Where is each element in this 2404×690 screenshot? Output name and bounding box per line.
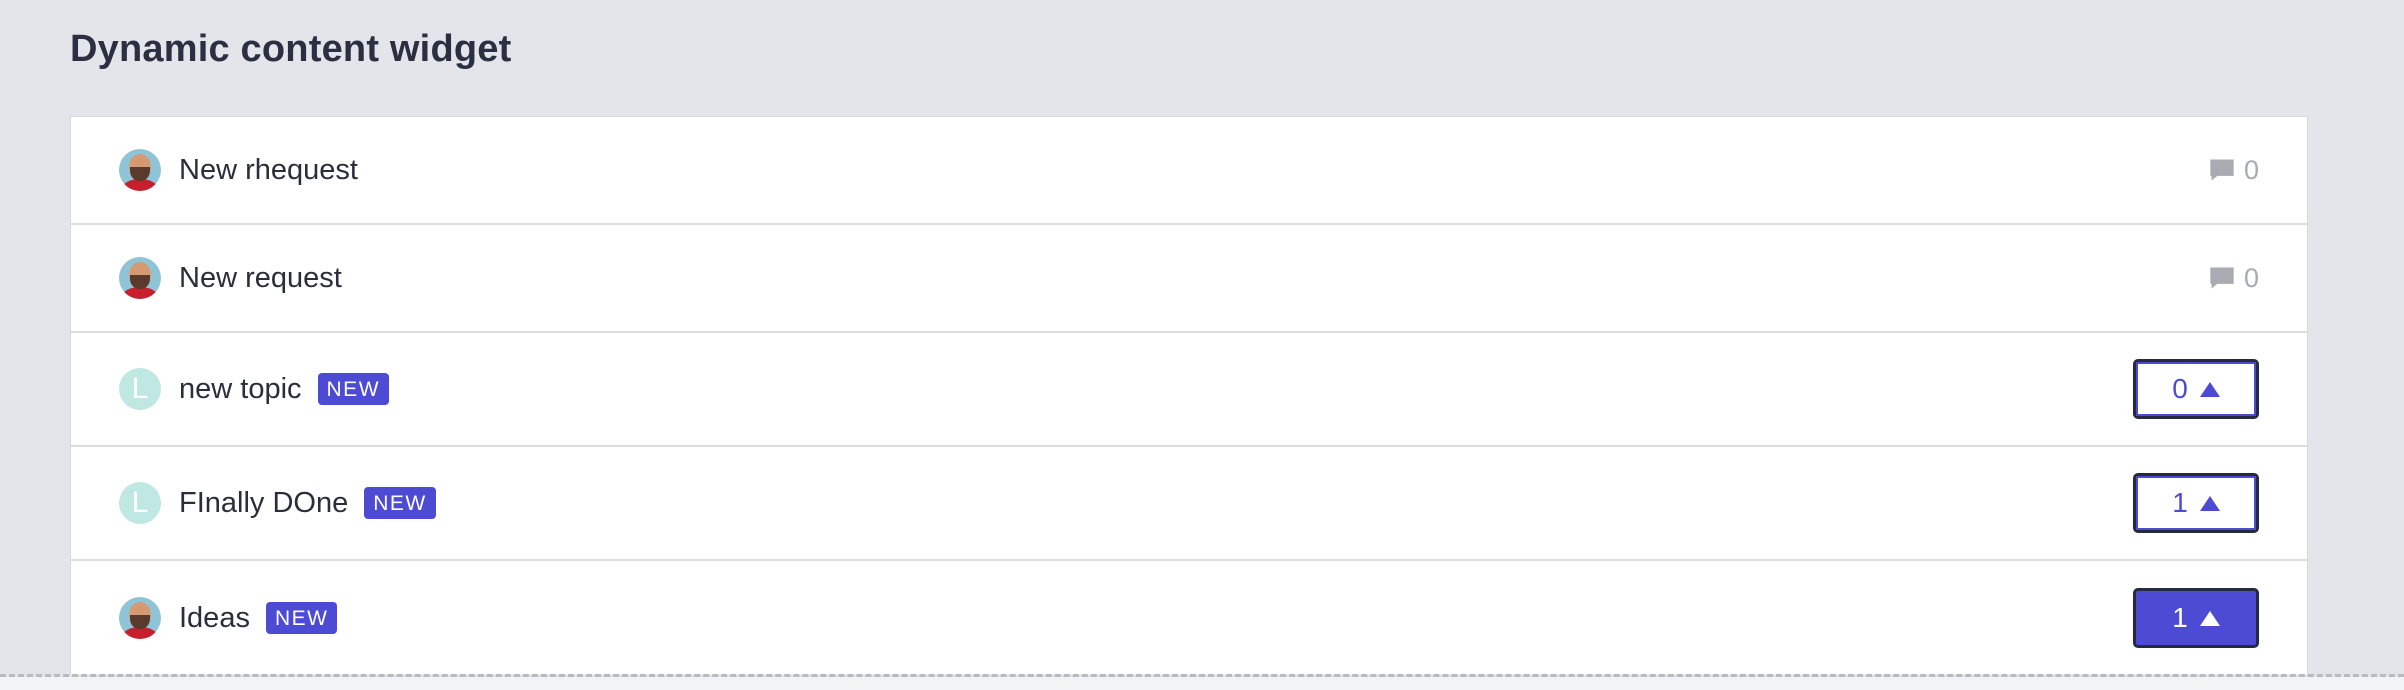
item-title-wrap: new topic NEW (179, 373, 390, 406)
list-item[interactable]: L FInally DOne NEW 1 (71, 447, 2307, 561)
user-avatar (119, 149, 161, 191)
item-title[interactable]: FInally DOne (179, 487, 348, 520)
new-badge: NEW (364, 487, 436, 519)
comment-count: 0 (2208, 263, 2259, 294)
new-badge: NEW (265, 602, 338, 634)
list-item[interactable]: L new topic NEW 0 (71, 333, 2307, 447)
widget-title: Dynamic content widget (70, 28, 512, 70)
item-title-wrap: New request (179, 262, 342, 295)
upvote-button[interactable]: 1 (2133, 588, 2259, 648)
item-title[interactable]: New request (179, 262, 342, 295)
item-title-wrap: FInally DOne NEW (179, 487, 436, 520)
item-title[interactable]: new topic (179, 373, 302, 406)
content-list: New rhequest 0 New request 0 L new topic… (70, 116, 2308, 676)
user-avatar: L (119, 368, 161, 410)
triangle-up-icon (2199, 495, 2220, 511)
item-title-wrap: New rhequest (179, 154, 358, 187)
item-title-wrap: Ideas NEW (179, 602, 338, 635)
speech-bubble-icon (2210, 267, 2234, 289)
upvote-button[interactable]: 0 (2133, 359, 2259, 419)
list-item[interactable]: New rhequest 0 (71, 117, 2307, 225)
vote-count: 1 (2172, 602, 2188, 633)
user-avatar: L (119, 482, 161, 524)
item-title[interactable]: New rhequest (179, 154, 358, 187)
speech-bubble-icon (2210, 159, 2234, 181)
triangle-up-icon (2199, 381, 2220, 397)
list-item[interactable]: New request 0 (71, 225, 2307, 333)
new-badge: NEW (317, 373, 390, 405)
item-title[interactable]: Ideas (179, 602, 250, 635)
user-avatar (119, 597, 161, 639)
page-footer-strip (0, 677, 2404, 690)
list-item[interactable]: Ideas NEW 1 (71, 561, 2307, 675)
comment-count: 0 (2208, 155, 2259, 186)
upvote-button[interactable]: 1 (2133, 473, 2259, 533)
vote-count: 0 (2172, 373, 2188, 404)
comment-count-value: 0 (2243, 262, 2259, 293)
comment-count-value: 0 (2243, 154, 2259, 185)
user-avatar (119, 257, 161, 299)
vote-count: 1 (2172, 487, 2188, 518)
triangle-up-icon (2199, 610, 2220, 626)
